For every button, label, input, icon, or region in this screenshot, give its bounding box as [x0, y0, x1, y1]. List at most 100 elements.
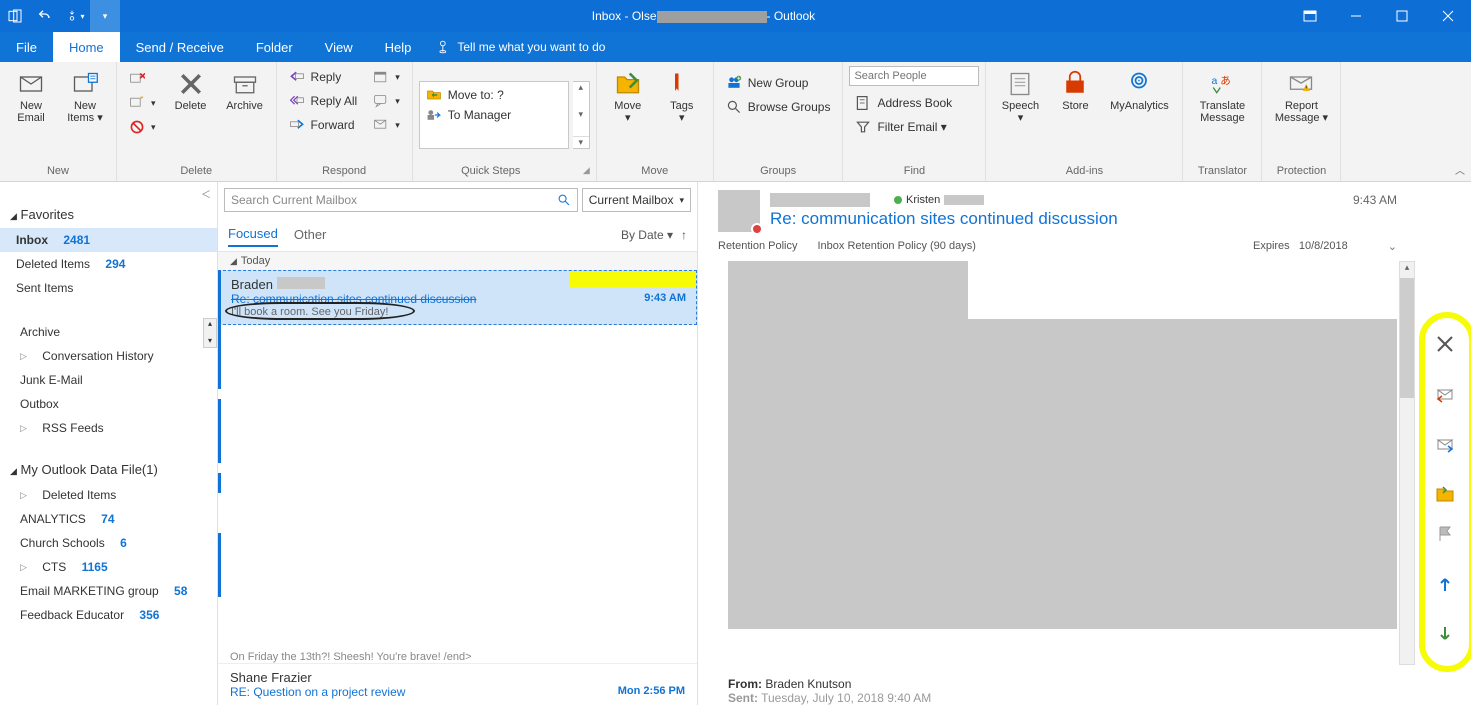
nav-feedback[interactable]: Feedback Educator 356: [0, 603, 217, 627]
store-button[interactable]: Store: [1052, 66, 1098, 116]
folder-pane: ＜ ◢ Favorites Inbox 2481 Deleted Items 2…: [0, 182, 218, 705]
im-icon[interactable]: ▾: [367, 90, 406, 112]
expand-header-icon[interactable]: ⌄: [1388, 240, 1397, 253]
new-items-button[interactable]: New Items ▾: [60, 66, 110, 128]
tab-send-receive[interactable]: Send / Receive: [120, 32, 240, 62]
filter-email-button[interactable]: Filter Email ▾: [849, 116, 979, 138]
nav-church[interactable]: Church Schools 6: [0, 531, 217, 555]
tab-other[interactable]: Other: [294, 223, 327, 246]
quick-steps-gallery[interactable]: Move to: ? To Manager: [419, 81, 569, 149]
nav-analytics[interactable]: ANALYTICS 74: [0, 507, 217, 531]
junk-icon[interactable]: ▾: [123, 116, 162, 138]
tab-folder[interactable]: Folder: [240, 32, 309, 62]
undo-icon[interactable]: [30, 0, 60, 32]
svg-text:あ: あ: [1221, 75, 1232, 87]
address-book-button[interactable]: Address Book: [849, 92, 979, 114]
move-button[interactable]: Move ▾: [603, 66, 653, 128]
archive-button[interactable]: Archive: [220, 66, 270, 116]
search-mailbox-input[interactable]: Search Current Mailbox: [224, 188, 578, 212]
nav-outbox[interactable]: Outbox: [0, 392, 217, 416]
myanalytics-button[interactable]: MyAnalytics: [1102, 66, 1176, 116]
reply-button[interactable]: Reply: [283, 66, 364, 88]
group-delete-label: Delete: [123, 163, 270, 181]
message-list-pane: Search Current Mailbox Current Mailbox▾ …: [218, 182, 698, 705]
close-icon[interactable]: [1425, 0, 1471, 32]
mini-delete-icon[interactable]: [1433, 332, 1457, 356]
nav-rss[interactable]: ▷ RSS Feeds: [0, 416, 217, 440]
message-item-stub[interactable]: [218, 533, 697, 597]
nav-deleted[interactable]: Deleted Items 294: [0, 252, 217, 276]
tab-view[interactable]: View: [309, 32, 369, 62]
translate-button[interactable]: aあ Translate Message: [1189, 66, 1255, 128]
message-item-selected[interactable]: Braden Re: communication sites continued…: [218, 270, 697, 325]
nav-cts[interactable]: ▷ CTS 1165: [0, 555, 217, 579]
delete-button[interactable]: Delete: [166, 66, 216, 116]
collapse-nav-icon[interactable]: ＜: [0, 186, 217, 201]
date-group-today[interactable]: ◢Today: [218, 252, 697, 270]
tab-home[interactable]: Home: [53, 32, 120, 62]
app-icon[interactable]: [0, 0, 30, 32]
nav-sent[interactable]: Sent Items: [0, 276, 217, 300]
tab-focused[interactable]: Focused: [228, 222, 278, 247]
quick-step-move-to[interactable]: Move to: ?: [424, 86, 564, 104]
meeting-icon[interactable]: ▾: [367, 66, 406, 88]
tab-help[interactable]: Help: [369, 32, 428, 62]
datafile-header[interactable]: ◢ My Outlook Data File(1): [0, 456, 217, 483]
new-email-button[interactable]: New Email: [6, 66, 56, 128]
nav-scroll[interactable]: ▴▾: [203, 318, 217, 348]
sender-avatar[interactable]: [718, 190, 760, 232]
nav-junk[interactable]: Junk E-Mail: [0, 368, 217, 392]
group-find-label: Find: [849, 163, 979, 181]
reply-all-button[interactable]: Reply All: [283, 90, 364, 112]
sort-by-date[interactable]: By Date ▾: [621, 228, 673, 242]
reading-scrollbar[interactable]: ▴: [1399, 261, 1415, 665]
collapse-ribbon-icon[interactable]: ︿: [1455, 162, 1465, 177]
group-new-label: New: [6, 163, 110, 181]
mini-next-icon[interactable]: [1433, 622, 1457, 646]
mini-forward-icon[interactable]: [1433, 432, 1457, 456]
group-quick-steps-label: Quick Steps◢: [419, 163, 590, 181]
qat-touch-icon[interactable]: ▾: [60, 0, 90, 32]
mini-prev-icon[interactable]: [1433, 572, 1457, 596]
maximize-icon[interactable]: [1379, 0, 1425, 32]
redacted-block: [728, 261, 968, 321]
message-item[interactable]: Shane Frazier RE: Question on a project …: [218, 663, 697, 705]
nav-archive[interactable]: Archive: [0, 320, 217, 344]
tab-file[interactable]: File: [0, 32, 53, 62]
sort-direction-icon[interactable]: ↑: [681, 228, 687, 242]
message-item-stub[interactable]: [218, 399, 697, 463]
title-bar: ▾ ▾ Inbox - Olse- Outlook: [0, 0, 1471, 32]
cleanup-icon[interactable]: ▾: [123, 92, 162, 114]
search-people-input[interactable]: [849, 66, 979, 86]
search-scope-dropdown[interactable]: Current Mailbox▾: [582, 188, 691, 212]
new-group-button[interactable]: New Group: [720, 72, 837, 94]
favorites-header[interactable]: ◢ Favorites: [0, 201, 217, 228]
nav-conv-history[interactable]: ▷ Conversation History: [0, 344, 217, 368]
quick-step-to-manager[interactable]: To Manager: [424, 106, 564, 124]
recipient[interactable]: Kristen: [894, 194, 984, 206]
report-message-button[interactable]: Report Message ▾: [1268, 66, 1334, 128]
group-protection-label: Protection: [1268, 163, 1334, 181]
nav-inbox[interactable]: Inbox 2481: [0, 228, 217, 252]
speech-button[interactable]: Speech ▾: [992, 66, 1048, 128]
group-translator-label: Translator: [1189, 163, 1255, 181]
nav-emailmkt[interactable]: Email MARKETING group 58: [0, 579, 217, 603]
forward-button[interactable]: Forward: [283, 114, 364, 136]
ribbon-display-options-icon[interactable]: [1287, 0, 1333, 32]
more-respond-icon[interactable]: ▾: [367, 114, 406, 136]
tags-button[interactable]: Tags ▾: [657, 66, 707, 128]
nav-deleted2[interactable]: ▷ Deleted Items: [0, 483, 217, 507]
mini-archive-icon[interactable]: [1433, 482, 1457, 506]
browse-groups-button[interactable]: Browse Groups: [720, 96, 837, 118]
qat-customize-icon[interactable]: ▾: [90, 0, 120, 32]
message-item-stub[interactable]: [218, 325, 697, 389]
message-body[interactable]: ▴: [728, 261, 1397, 665]
main-area: ＜ ◢ Favorites Inbox 2481 Deleted Items 2…: [0, 182, 1471, 705]
minimize-icon[interactable]: [1333, 0, 1379, 32]
tell-me-search[interactable]: Tell me what you want to do: [437, 40, 605, 54]
message-item-stub[interactable]: [218, 473, 697, 493]
ignore-icon[interactable]: [123, 68, 162, 90]
mini-reply-icon[interactable]: [1433, 382, 1457, 406]
mini-flag-icon[interactable]: [1433, 522, 1457, 546]
message-subject: Re: communication sites continued discus…: [770, 209, 1397, 229]
